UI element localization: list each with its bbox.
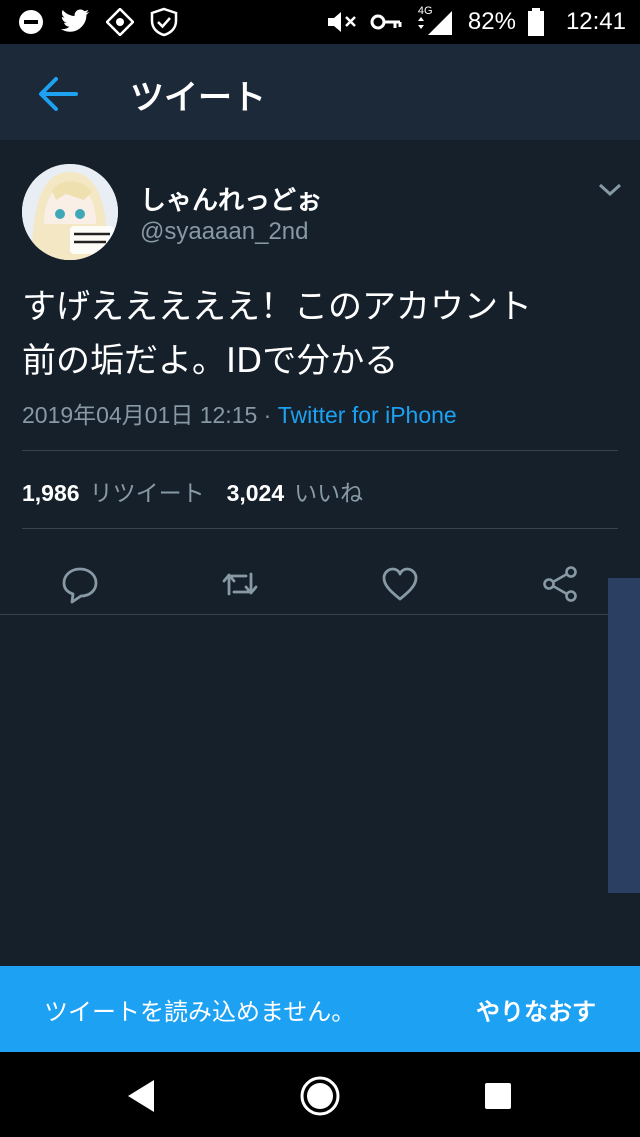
tweet-timestamp: 2019年04月01日 12:15: [22, 402, 258, 428]
app-icon: [106, 8, 134, 36]
like-heart-icon[interactable]: [380, 564, 420, 604]
back-arrow-icon[interactable]: [36, 74, 80, 114]
meta-separator: ·: [257, 402, 278, 428]
system-nav-bar: [0, 1052, 640, 1137]
tweet-text-line-1: すげえええええ！このアカウント: [22, 287, 532, 327]
display-name[interactable]: しゃんれっどぉ: [140, 180, 322, 217]
error-toast: ツイートを読み込めません。 やりなおす: [0, 966, 640, 1052]
battery-icon: [527, 8, 544, 36]
avatar-image: [22, 164, 118, 260]
likes-label: いいね: [294, 480, 364, 506]
page-title: ツイート: [130, 78, 266, 118]
divider: [0, 614, 640, 615]
avatar[interactable]: [22, 164, 118, 260]
tweet-actions: [0, 552, 640, 614]
tweet-source-link[interactable]: Twitter for iPhone: [278, 402, 457, 428]
nav-back-icon[interactable]: [120, 1074, 164, 1118]
status-bar-right: 4G 82% 12:41: [326, 5, 626, 37]
retweets-count: 1,986: [22, 480, 80, 506]
reply-icon[interactable]: [60, 564, 100, 604]
shield-check-icon: [150, 7, 178, 37]
divider: [22, 528, 618, 529]
chevron-down-icon[interactable]: [596, 180, 624, 200]
likes-stat[interactable]: 3,024 いいね: [227, 480, 364, 506]
retweets-stat[interactable]: 1,986 リツイート: [22, 480, 205, 506]
scrollbar[interactable]: [608, 578, 640, 893]
toast-message: ツイートを読み込めません。: [44, 997, 356, 1026]
vpn-key-icon: [370, 14, 402, 30]
divider: [22, 450, 618, 451]
tweet-text: すげえええええ！このアカウント 前の垢だよ。IDで分かる: [22, 280, 622, 388]
user-handle[interactable]: @syaaaan_2nd: [140, 218, 309, 246]
dnd-icon: [19, 10, 43, 34]
tweet-stats: 1,986 リツイート 3,024 いいね: [22, 474, 363, 508]
share-icon[interactable]: [540, 564, 580, 604]
clock: 12:41: [565, 8, 626, 35]
likes-count: 3,024: [226, 480, 285, 506]
twitter-icon: [61, 9, 89, 32]
status-bar-left: [18, 7, 178, 37]
signal-icon: [417, 11, 452, 35]
mute-icon: [327, 12, 356, 32]
retweet-icon[interactable]: [220, 564, 260, 604]
nav-recents-icon[interactable]: [476, 1074, 520, 1118]
retweets-label: リツイート: [89, 480, 205, 506]
retry-button[interactable]: やりなおす: [476, 992, 596, 1027]
status-bar: 4G 82% 12:41: [0, 0, 640, 44]
tweet-meta: 2019年04月01日 12:15 · Twitter for iPhone: [22, 396, 457, 430]
nav-home-icon[interactable]: [298, 1074, 342, 1118]
signal-group: 4G: [414, 5, 456, 37]
battery-percent: 82%: [467, 8, 516, 35]
app-bar: ツイート: [0, 44, 640, 140]
tweet-text-line-2: 前の垢だよ。IDで分かる: [22, 341, 399, 381]
